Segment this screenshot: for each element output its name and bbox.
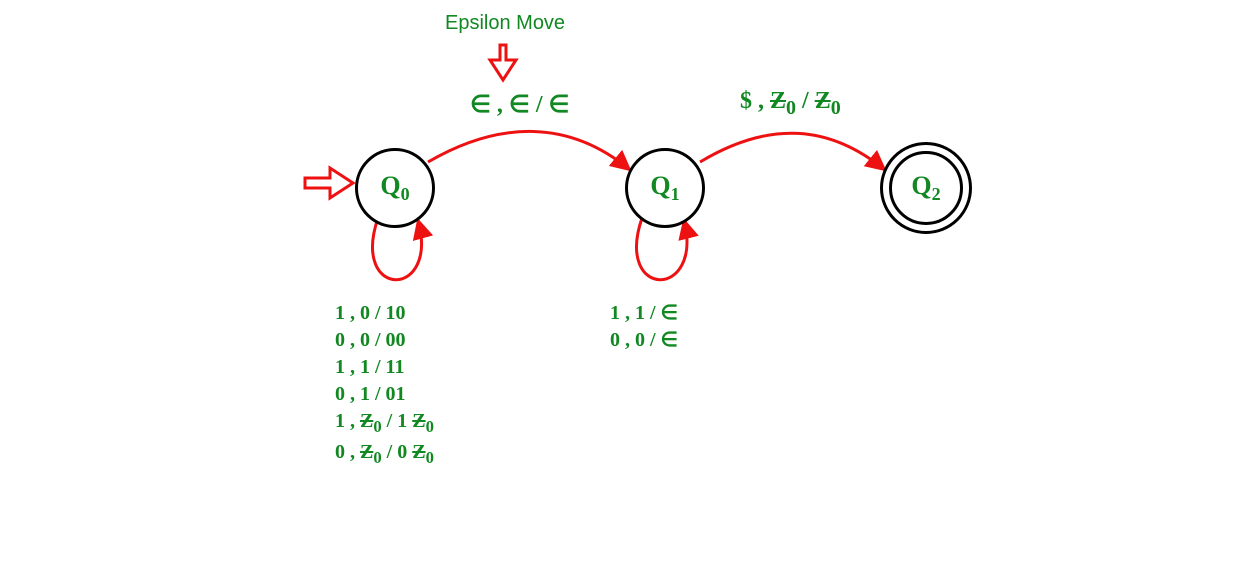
loop-q0-zline-0: 1 , Z0 / 1 Z0	[335, 408, 434, 439]
edge-label-q0-q1: ∈ , ∈ / ∈	[470, 90, 569, 119]
start-arrow-icon	[305, 168, 353, 198]
edge-q1-q2	[700, 133, 885, 170]
loop-q0-zline-1: 0 , Z0 / 0 Z0	[335, 439, 434, 470]
edges-svg	[0, 0, 1257, 578]
loop-label-q0: 1 , 0 / 10 0 , 0 / 00 1 , 1 / 11 0 , 1 /…	[335, 300, 434, 469]
edge-label-q1-q2: $ , Z0 / Z0	[740, 88, 841, 120]
state-q0-label: Q0	[380, 171, 409, 205]
state-q0: Q0	[355, 148, 435, 228]
loop-label-q1: 1 , 1 / ∈ 0 , 0 / ∈	[610, 300, 678, 354]
state-q1-label: Q1	[650, 171, 679, 205]
epsilon-move-caption: Epsilon Move	[445, 12, 565, 35]
state-q1: Q1	[625, 148, 705, 228]
pda-diagram: Epsilon Move Q0 Q1	[0, 0, 1257, 578]
edge-q0-q1	[428, 131, 630, 170]
state-q2-inner	[889, 151, 963, 225]
caption-text: Epsilon Move	[445, 12, 565, 34]
state-q2: Q2	[880, 142, 972, 234]
down-arrow-icon	[490, 45, 516, 80]
